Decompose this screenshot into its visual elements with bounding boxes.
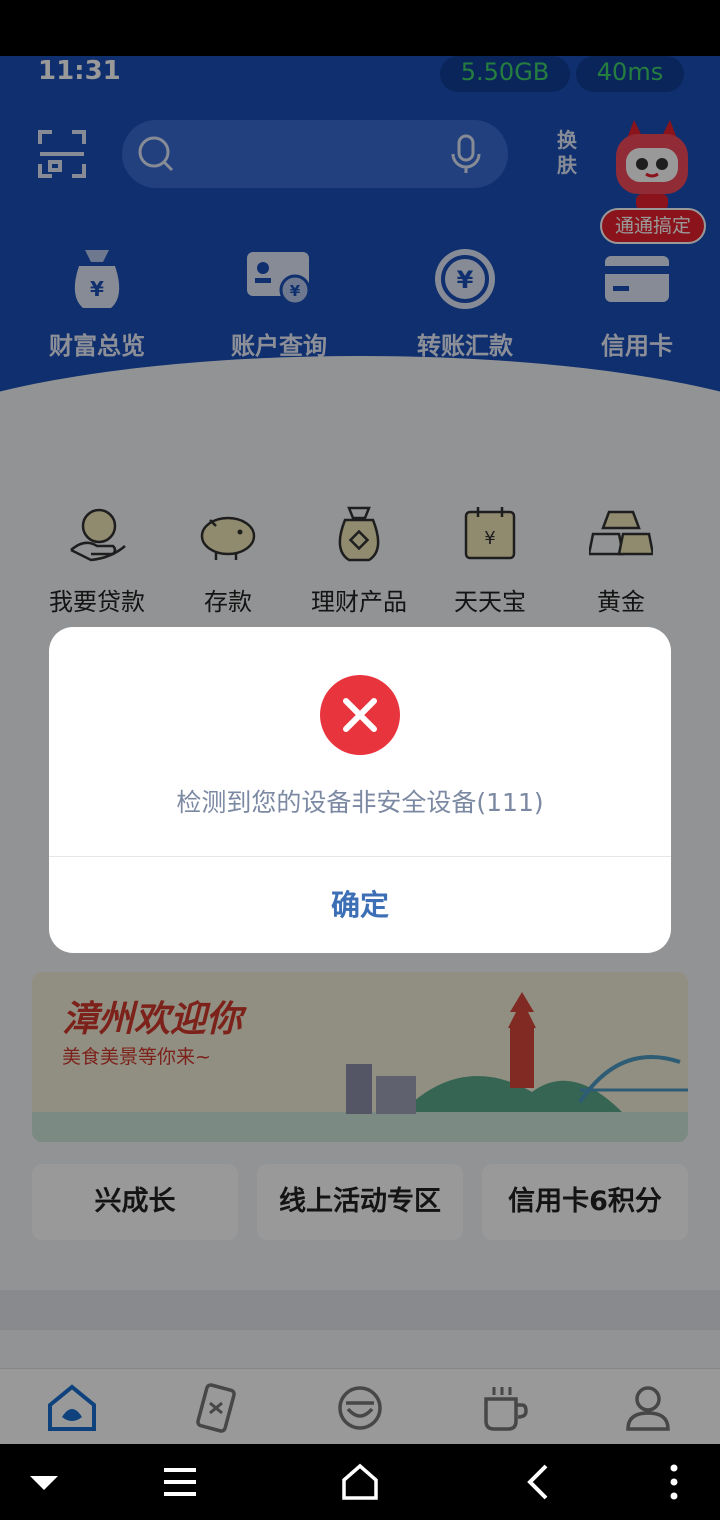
system-nav-bar [0, 1444, 720, 1520]
dropdown-icon[interactable] [22, 1460, 66, 1504]
back-icon[interactable] [518, 1460, 562, 1504]
error-circle [320, 675, 400, 755]
dialog-message: 检测到您的设备非安全设备(111) [176, 788, 544, 817]
home-nav-icon[interactable] [338, 1460, 382, 1504]
confirm-button[interactable]: 确定 [49, 857, 671, 953]
more-icon[interactable] [652, 1460, 696, 1504]
top-black-bar [0, 0, 720, 56]
security-alert-dialog: 检测到您的设备非安全设备(111) 确定 [49, 627, 671, 953]
close-icon [343, 698, 377, 732]
menu-icon[interactable] [158, 1460, 202, 1504]
